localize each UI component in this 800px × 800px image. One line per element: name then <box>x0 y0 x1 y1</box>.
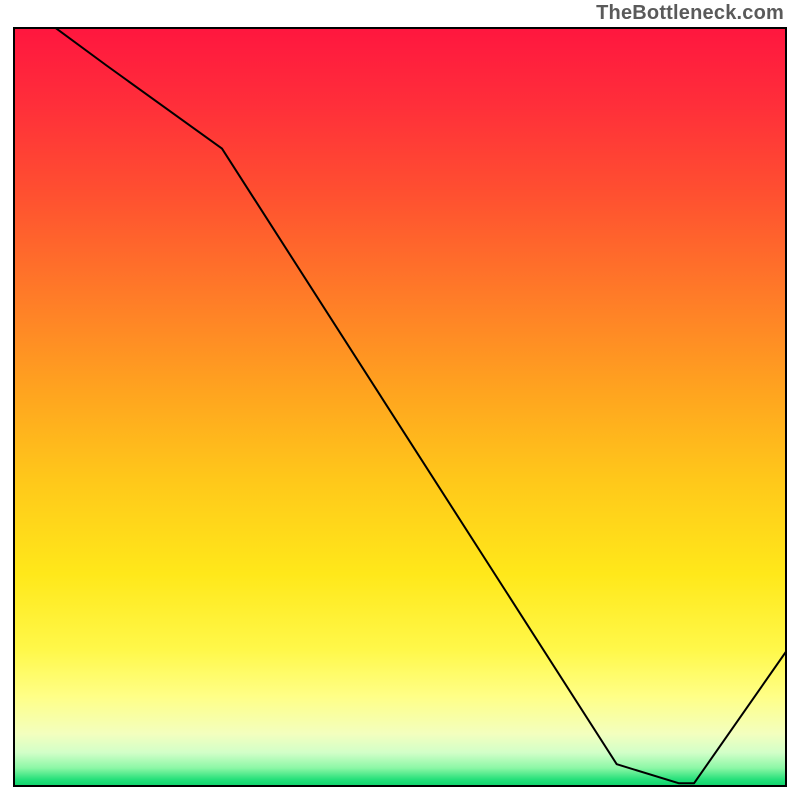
chart-container: TheBottleneck.com <box>0 0 800 800</box>
plot-frame <box>13 27 787 787</box>
chart-svg <box>13 27 787 787</box>
gradient-background <box>13 27 787 787</box>
attribution-text: TheBottleneck.com <box>596 2 784 25</box>
